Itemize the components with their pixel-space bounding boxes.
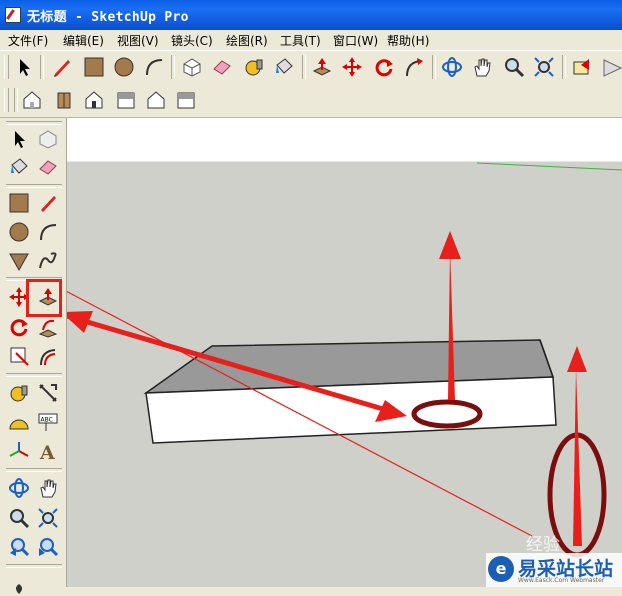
paint-bucket-icon[interactable] (6, 154, 32, 180)
rotate-icon[interactable] (372, 55, 396, 79)
circle-icon[interactable] (112, 55, 136, 79)
menu-help[interactable]: 帮助(H) (387, 32, 429, 49)
menu-file[interactable]: 文件(F) (8, 32, 48, 49)
3d-text-icon[interactable]: A (35, 438, 61, 464)
zoom-icon[interactable] (6, 505, 32, 531)
right-view-icon[interactable] (114, 88, 138, 112)
window-title: 无标题 - SketchUp Pro (27, 10, 189, 25)
circle-icon[interactable] (6, 219, 32, 245)
paint-bucket-icon[interactable] (272, 55, 296, 79)
next-view-icon[interactable] (600, 55, 622, 79)
svg-text:A: A (39, 442, 55, 462)
toolbar-grip[interactable] (4, 88, 9, 112)
tape-measure-icon[interactable] (6, 380, 32, 406)
protractor-icon[interactable] (6, 409, 32, 435)
text-icon[interactable]: ABC (35, 409, 61, 435)
site-small-text: Www.Easck.Com Webmaster (518, 577, 605, 584)
site-watermark: e 易采站长站 Www.Easck.Com Webmaster (486, 553, 622, 587)
toolbar-grip[interactable] (6, 121, 62, 125)
rotate-icon[interactable] (6, 314, 32, 340)
orbit-icon[interactable] (6, 475, 32, 501)
menu-camera[interactable]: 镜头(C) (171, 32, 213, 49)
eraser-icon[interactable] (35, 154, 61, 180)
menu-draw[interactable]: 绘图(R) (226, 32, 268, 49)
arc-icon[interactable] (142, 55, 166, 79)
select-icon[interactable] (12, 55, 36, 79)
select-icon[interactable] (6, 126, 32, 152)
zoom-extents-icon[interactable] (532, 55, 556, 79)
follow-me-icon[interactable] (35, 314, 61, 340)
toolbar-separator (6, 184, 62, 188)
toolbar-separator (40, 55, 44, 79)
views-toolbar (0, 84, 622, 118)
scale-icon[interactable] (6, 343, 32, 369)
axes-icon[interactable] (6, 438, 32, 464)
menu-window[interactable]: 窗口(W) (333, 32, 378, 49)
menu-view[interactable]: 视图(V) (117, 32, 159, 49)
pan-icon[interactable] (35, 475, 61, 501)
tape-measure-icon[interactable] (242, 55, 266, 79)
toolbar-separator (14, 88, 18, 112)
pull-up-arrow-head (439, 231, 461, 259)
jingyan-watermark: 经验 (526, 535, 560, 555)
large-tool-set: ABC A (0, 118, 67, 594)
scene-canvas (67, 162, 622, 558)
zoom-extents-icon[interactable] (35, 534, 61, 560)
make-component-icon[interactable] (180, 55, 204, 79)
pull-up-arrow-shaft (448, 248, 455, 400)
rectangle-icon[interactable] (82, 55, 106, 79)
title-bar: 无标题 - SketchUp Pro (0, 0, 622, 30)
menu-bar: 文件(F) 编辑(E) 视图(V) 镜头(C) 绘图(R) 工具(T) 窗口(W… (0, 30, 622, 50)
toolbar-separator (302, 55, 306, 79)
sketchup-app-icon (5, 7, 21, 23)
follow-me-icon[interactable] (402, 55, 426, 79)
iso-view-icon[interactable] (20, 88, 44, 112)
offset-icon[interactable] (35, 343, 61, 369)
previous-view-icon[interactable] (570, 55, 594, 79)
menu-edit[interactable]: 编辑(E) (63, 32, 104, 49)
push-pull-highlight (26, 279, 62, 317)
orbit-icon[interactable] (440, 55, 464, 79)
zoom-window-icon[interactable] (35, 505, 61, 531)
pencil-icon[interactable] (50, 55, 74, 79)
drawing-area[interactable] (67, 118, 622, 587)
freehand-icon[interactable] (35, 248, 61, 274)
line-icon[interactable] (35, 190, 61, 216)
back-view-icon[interactable] (144, 88, 168, 112)
toolbar-separator (171, 55, 175, 79)
menu-tools[interactable]: 工具(T) (280, 32, 321, 49)
move-icon[interactable] (340, 55, 364, 79)
toolbar-separator (432, 55, 436, 79)
polygon-icon[interactable] (6, 248, 32, 274)
push-pull-icon[interactable] (310, 55, 334, 79)
toolbar-separator (6, 373, 62, 377)
make-component-icon[interactable] (35, 126, 61, 152)
green-axis-line (476, 162, 622, 171)
toolbar-separator (6, 468, 62, 472)
rectangle-icon[interactable] (6, 190, 32, 216)
height-arrow-head (567, 346, 587, 372)
pan-icon[interactable] (470, 55, 494, 79)
arc-icon[interactable] (35, 219, 61, 245)
svg-text:ABC: ABC (41, 417, 53, 424)
toolbar-separator (6, 564, 62, 568)
toolbar-separator (562, 55, 566, 79)
height-arrow-shaft (573, 368, 582, 546)
main-toolbar (0, 50, 622, 86)
walk-icon[interactable] (6, 570, 32, 596)
toolbar-grip[interactable] (4, 55, 9, 79)
site-logo-icon: e (488, 556, 514, 582)
top-view-icon[interactable] (52, 88, 76, 112)
dimension-icon[interactable] (35, 380, 61, 406)
zoom-icon[interactable] (502, 55, 526, 79)
left-view-icon[interactable] (174, 88, 198, 112)
eraser-icon[interactable] (210, 55, 234, 79)
front-view-icon[interactable] (82, 88, 106, 112)
previous-icon[interactable] (6, 534, 32, 560)
